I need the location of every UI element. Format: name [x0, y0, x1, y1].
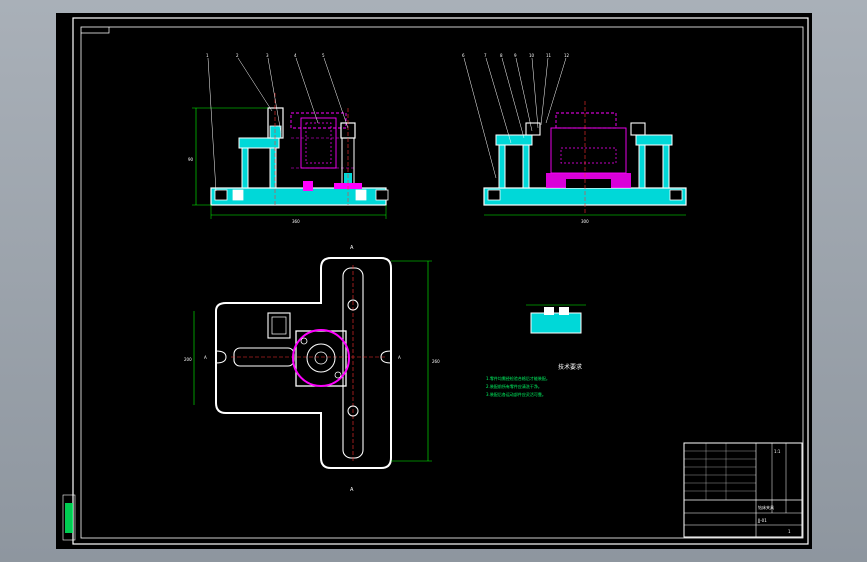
- drawing-canvas: [62, 17, 809, 545]
- cad-viewport[interactable]: 1 2 3 4 5 6 7 8 9 10 11 12 90 360 300 26…: [56, 13, 812, 549]
- inner-border: [80, 26, 804, 539]
- plan-view: [193, 257, 432, 469]
- front-view: [192, 57, 389, 219]
- side-view: [463, 57, 687, 216]
- code-box: [81, 27, 110, 34]
- detail-view: [526, 304, 586, 334]
- outer-border: [72, 17, 809, 545]
- title-block: [683, 442, 803, 538]
- margin-stamp-fill: [65, 503, 73, 533]
